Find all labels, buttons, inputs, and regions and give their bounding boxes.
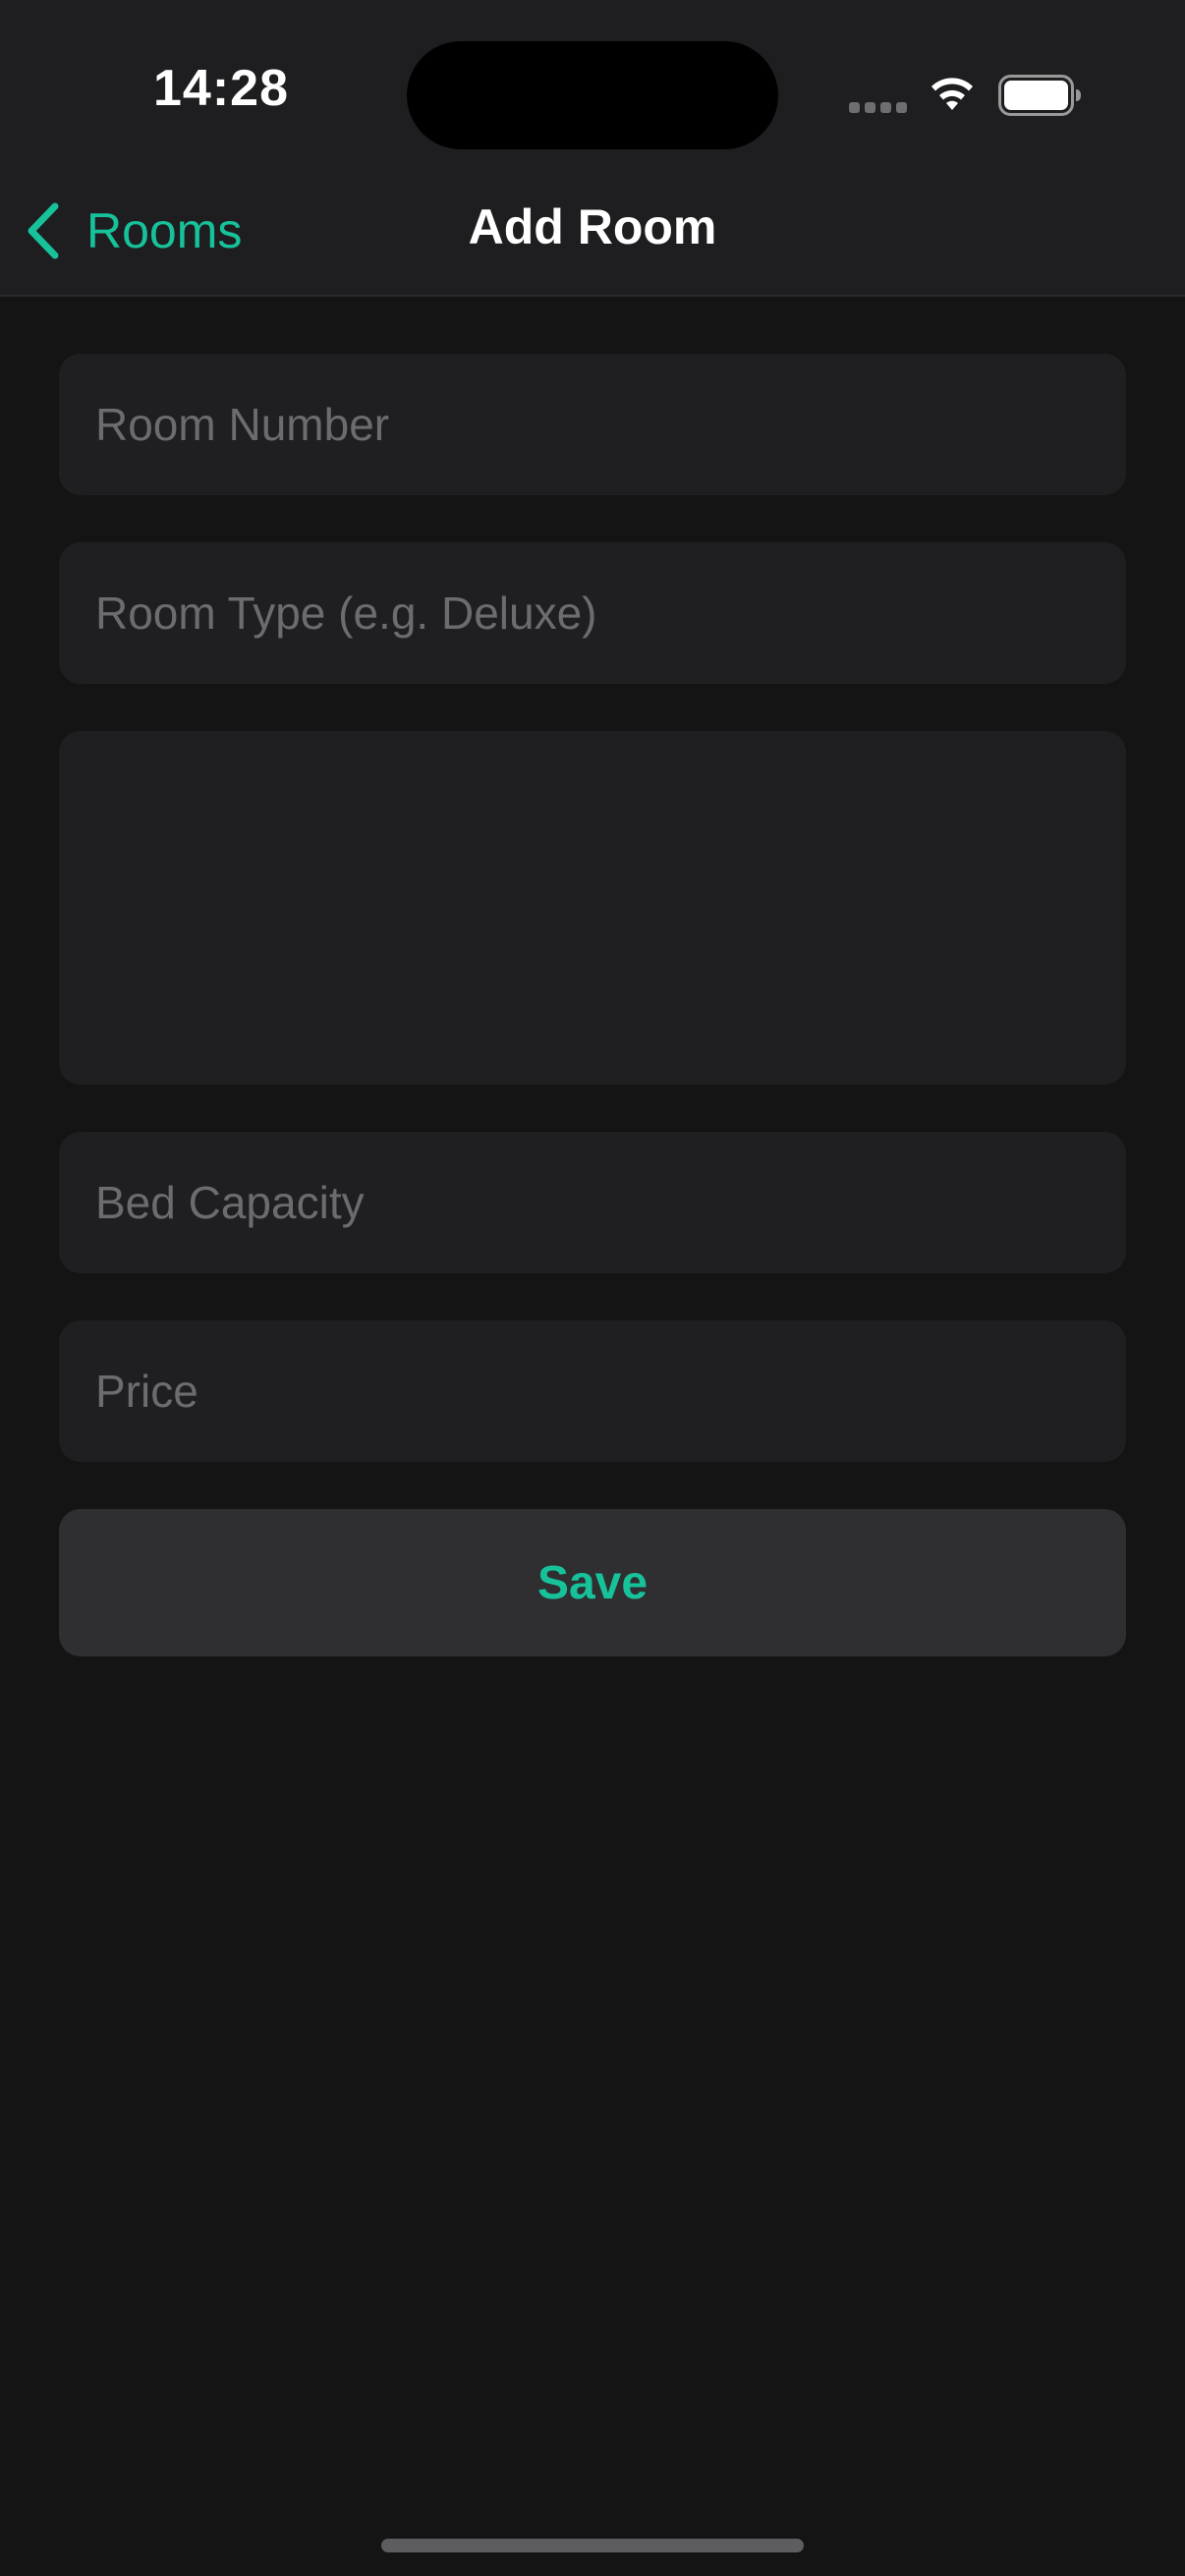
room-description-textarea[interactable] [59, 731, 1126, 1085]
home-indicator [381, 2539, 804, 2552]
add-room-form: Save [59, 354, 1126, 1656]
add-room-screen: 14:28 Rooms Add Room Save [0, 0, 1185, 2576]
save-button[interactable]: Save [59, 1509, 1126, 1656]
back-button-label: Rooms [86, 203, 243, 258]
back-button[interactable]: Rooms [22, 196, 242, 265]
chevron-left-icon [28, 202, 59, 259]
status-time: 14:28 [153, 60, 289, 117]
bed-capacity-input[interactable] [59, 1132, 1126, 1273]
top-chrome: 14:28 Rooms Add Room [0, 0, 1185, 297]
cellular-signal-icon [849, 102, 908, 114]
battery-icon [998, 75, 1081, 116]
price-input[interactable] [59, 1320, 1126, 1462]
wifi-icon [931, 78, 973, 110]
dynamic-island [407, 41, 778, 149]
room-number-input[interactable] [59, 354, 1126, 495]
room-type-input[interactable] [59, 542, 1126, 684]
